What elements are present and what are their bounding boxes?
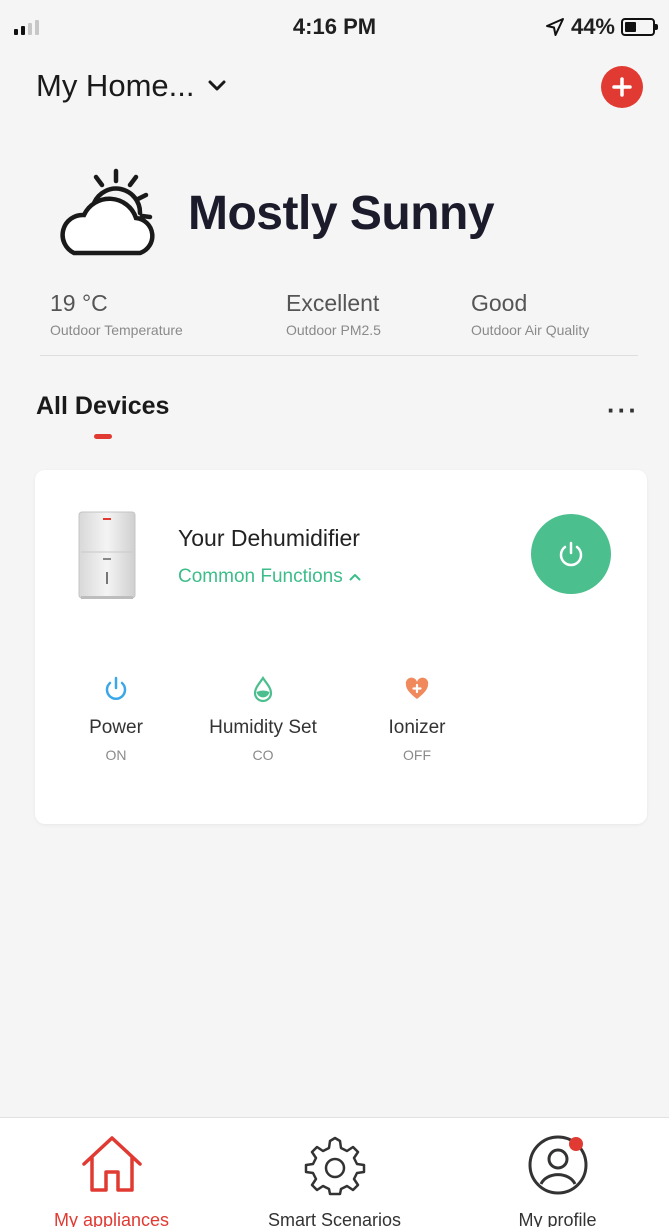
metric-value: 19 °C — [50, 290, 108, 316]
metric-value: Good — [471, 290, 528, 316]
home-title: My Home... — [36, 68, 195, 103]
more-options-button[interactable]: ··· — [607, 395, 639, 426]
divider — [40, 355, 638, 356]
battery-fill — [625, 22, 636, 32]
function-value: CO — [252, 747, 274, 763]
tab-label: My profile — [518, 1210, 597, 1227]
app-screen: 4:16 PM 44% My Home... Mostly Sunny 19 °… — [0, 0, 669, 1227]
location-arrow-icon — [545, 18, 564, 36]
status-right: 44% — [545, 14, 658, 40]
function-power[interactable]: Power ON — [41, 675, 191, 763]
metric-value: Excellent — [286, 290, 380, 316]
status-bar: 4:16 PM 44% — [0, 0, 669, 52]
tab-my-profile[interactable]: My profile — [446, 1118, 669, 1227]
battery-icon — [621, 18, 658, 36]
dehumidifier-image — [78, 511, 136, 599]
common-functions-toggle[interactable]: Common Functions — [178, 566, 361, 588]
device-card[interactable]: Your Dehumidifier Common Functions Power… — [35, 470, 647, 824]
outdoor-pm25: Excellent Outdoor PM2.5 — [286, 290, 381, 338]
device-name: Your Dehumidifier — [178, 525, 360, 551]
battery-percentage: 44% — [570, 14, 615, 39]
tab-smart-scenarios[interactable]: Smart Scenarios — [223, 1118, 446, 1227]
home-selector[interactable]: My Home... — [36, 68, 226, 104]
active-tab-indicator — [94, 434, 112, 439]
chevron-down-icon — [208, 80, 226, 91]
gear-icon — [304, 1136, 365, 1196]
tab-label: My appliances — [53, 1210, 170, 1227]
home-icon — [81, 1136, 142, 1192]
tab-my-appliances[interactable]: My appliances — [0, 1118, 223, 1227]
function-label: Power — [89, 717, 143, 738]
outdoor-air-quality: Good Outdoor Air Quality — [471, 290, 589, 338]
bottom-tab-bar: My appliances Smart Scenarios My profile — [0, 1117, 669, 1227]
tab-all-devices[interactable]: All Devices — [36, 392, 169, 421]
outdoor-temperature: 19 °C Outdoor Temperature — [50, 290, 183, 338]
power-icon — [559, 541, 583, 567]
function-humidity-set[interactable]: Humidity Set CO — [188, 675, 338, 763]
power-icon — [105, 676, 127, 700]
plus-icon — [612, 77, 632, 97]
partly-sunny-icon — [60, 168, 155, 256]
function-value: OFF — [403, 747, 431, 763]
metric-label: Outdoor PM2.5 — [286, 322, 381, 338]
weather-condition: Mostly Sunny — [188, 187, 495, 240]
function-label: Ionizer — [388, 717, 446, 738]
profile-icon — [528, 1135, 587, 1195]
device-power-button[interactable] — [531, 514, 611, 594]
metric-label: Outdoor Air Quality — [471, 322, 590, 338]
chevron-up-icon — [349, 574, 361, 581]
function-ionizer[interactable]: Ionizer OFF — [342, 675, 492, 763]
function-label: Humidity Set — [209, 717, 317, 738]
add-button[interactable] — [601, 66, 643, 108]
metric-label: Outdoor Temperature — [50, 322, 183, 338]
function-value: ON — [105, 747, 127, 763]
ionizer-icon — [405, 677, 429, 699]
tab-label: Smart Scenarios — [267, 1210, 402, 1227]
water-drop-icon — [253, 676, 273, 703]
common-functions-label: Common Functions — [178, 566, 343, 587]
